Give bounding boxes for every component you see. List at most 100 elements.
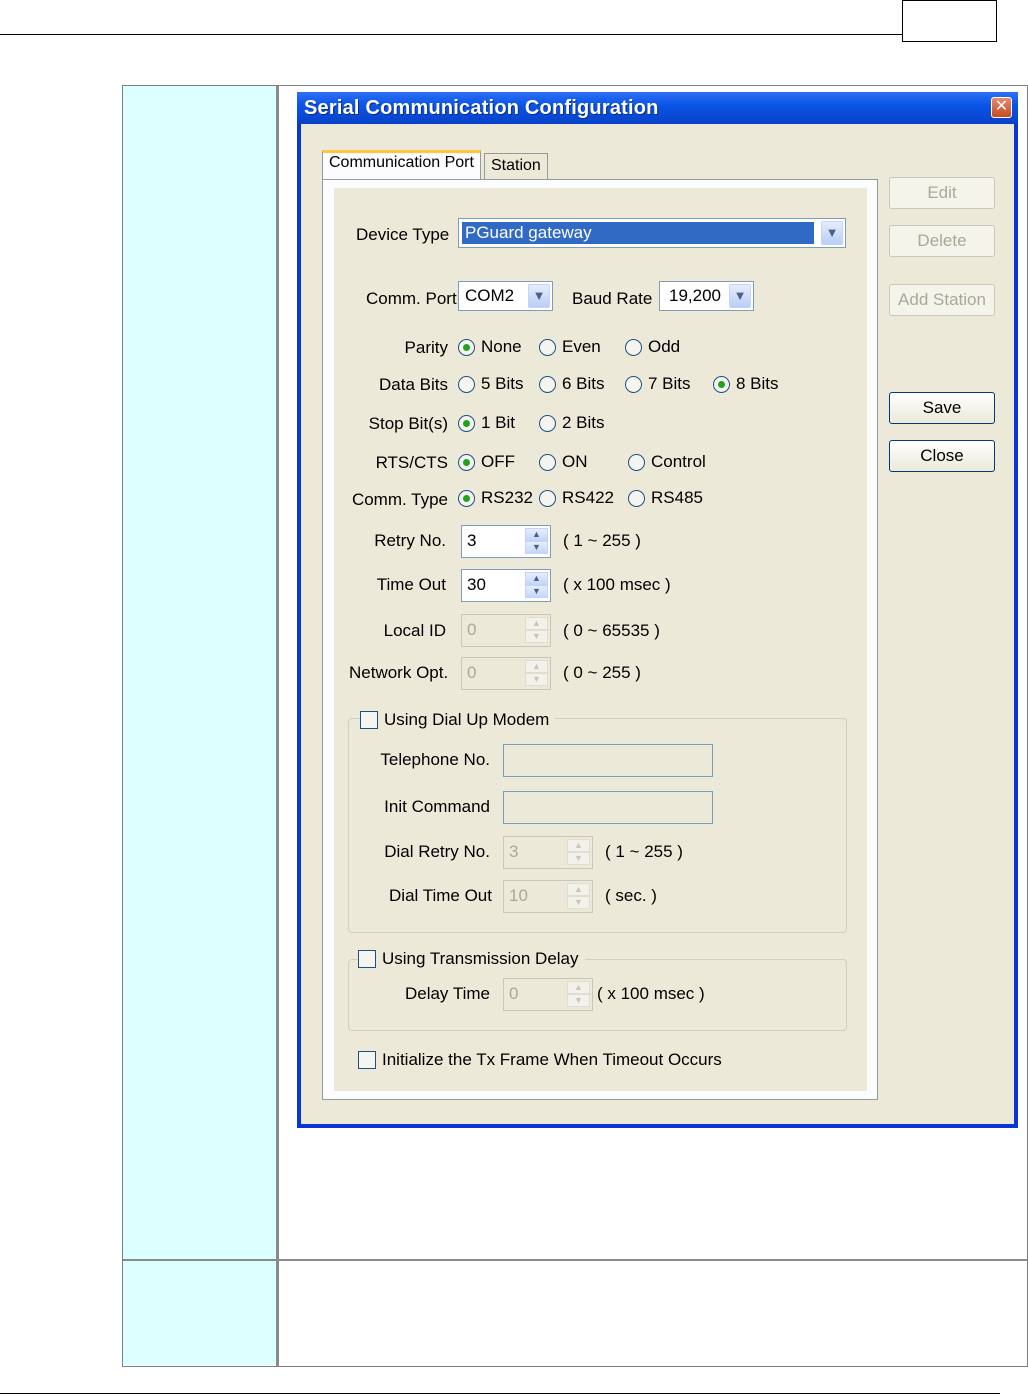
radio-icon: [628, 453, 645, 471]
radio-icon: [625, 375, 642, 393]
delete-button[interactable]: Delete: [889, 225, 995, 257]
retry-no-hint: ( 1 ~ 255 ): [563, 531, 641, 550]
radio-label: 5 Bits: [481, 374, 524, 393]
chevron-down-icon[interactable]: ▼: [821, 221, 843, 245]
baud-rate-select[interactable]: 19,200 ▼: [659, 281, 754, 311]
radio-label: 7 Bits: [648, 374, 691, 393]
spin-down-icon[interactable]: ▼: [567, 994, 590, 1007]
spin-down-icon[interactable]: ▼: [525, 673, 548, 686]
spin-down-icon[interactable]: ▼: [525, 585, 548, 598]
parity-none-radio[interactable]: None: [458, 337, 522, 357]
parity-odd-radio[interactable]: Odd: [625, 337, 680, 357]
baud-rate-label: Baud Rate: [572, 289, 653, 308]
time-out-spinner[interactable]: 30 ▲ ▼: [461, 569, 551, 602]
comm-type-rs485-radio[interactable]: RS485: [628, 488, 703, 508]
spin-up-icon[interactable]: ▲: [525, 660, 548, 673]
retry-no-spinner[interactable]: 3 ▲ ▼: [461, 525, 551, 558]
tab-station[interactable]: Station: [484, 153, 548, 179]
dialog-client: Communication Port Station Edit Delete A…: [301, 124, 1014, 1124]
add-station-button[interactable]: Add Station: [889, 284, 995, 316]
radio-selected-icon: [458, 338, 475, 356]
checkbox-label: Using Transmission Delay: [382, 949, 579, 968]
dialog-titlebar[interactable]: Serial Communication Configuration ✕: [297, 92, 1018, 124]
save-button[interactable]: Save: [889, 392, 995, 424]
network-opt-label: Network Opt.: [349, 663, 449, 682]
checkbox-label: Using Dial Up Modem: [384, 710, 550, 729]
radio-label: ON: [562, 452, 588, 471]
dial-timeout-label: Dial Time Out: [389, 886, 492, 905]
network-opt-spinner[interactable]: 0 ▲ ▼: [461, 657, 551, 690]
comm-port-value: COM2: [465, 286, 515, 305]
baud-rate-value: 19,200: [669, 286, 721, 305]
table-divider: [276, 86, 279, 1366]
comm-type-rs422-radio[interactable]: RS422: [539, 488, 614, 508]
transmission-delay-checkbox[interactable]: Using Transmission Delay: [358, 949, 585, 969]
tab-communication-port[interactable]: Communication Port: [322, 150, 481, 179]
spin-up-icon[interactable]: ▲: [525, 528, 548, 541]
spin-up-icon[interactable]: ▲: [525, 617, 548, 630]
radio-selected-icon: [458, 489, 475, 507]
radio-label: RS485: [651, 488, 703, 507]
spin-up-icon[interactable]: ▲: [525, 572, 548, 585]
rts-control-radio[interactable]: Control: [628, 452, 706, 472]
comm-type-rs232-radio[interactable]: RS232: [458, 488, 533, 508]
comm-port-select[interactable]: COM2 ▼: [458, 281, 553, 311]
telephone-input[interactable]: [503, 744, 713, 777]
delay-time-spinner[interactable]: 0 ▲ ▼: [503, 978, 593, 1011]
radio-label: Even: [562, 337, 601, 356]
radio-label: 8 Bits: [736, 374, 779, 393]
stop-bits-2-radio[interactable]: 2 Bits: [539, 413, 605, 433]
radio-icon: [539, 489, 556, 507]
spin-down-icon[interactable]: ▼: [567, 852, 590, 865]
radio-label: 2 Bits: [562, 413, 605, 432]
dial-retry-spinner[interactable]: 3 ▲ ▼: [503, 836, 593, 869]
device-type-select[interactable]: PGuard gateway ▼: [458, 218, 846, 248]
data-bits-5-radio[interactable]: 5 Bits: [458, 374, 524, 394]
comm-type-label: Comm. Type: [351, 490, 448, 509]
spin-up-icon[interactable]: ▲: [567, 883, 590, 896]
retry-no-label: Retry No.: [374, 531, 446, 550]
radio-label: 6 Bits: [562, 374, 605, 393]
table-cell-left: [123, 86, 276, 1259]
init-command-label: Init Command: [384, 797, 490, 816]
delay-time-label: Delay Time: [404, 984, 490, 1003]
rts-on-radio[interactable]: ON: [539, 452, 588, 472]
init-tx-frame-checkbox[interactable]: Initialize the Tx Frame When Timeout Occ…: [358, 1050, 728, 1070]
local-id-value: 0: [467, 620, 477, 639]
init-command-input[interactable]: [503, 791, 713, 824]
chevron-down-icon[interactable]: ▼: [528, 284, 550, 308]
time-out-label: Time Out: [376, 575, 446, 594]
spin-up-icon[interactable]: ▲: [567, 981, 590, 994]
dial-retry-label: Dial Retry No.: [384, 842, 490, 861]
data-bits-7-radio[interactable]: 7 Bits: [625, 374, 691, 394]
retry-no-value: 3: [467, 531, 477, 550]
comm-port-label: Comm. Port: [366, 289, 457, 308]
rts-off-radio[interactable]: OFF: [458, 452, 515, 472]
dial-timeout-hint: ( sec. ): [605, 886, 657, 905]
device-type-label: Device Type: [356, 225, 450, 244]
dial-timeout-spinner[interactable]: 10 ▲ ▼: [503, 880, 593, 913]
spin-down-icon[interactable]: ▼: [525, 541, 548, 554]
spin-down-icon[interactable]: ▼: [525, 630, 548, 643]
radio-selected-icon: [458, 414, 475, 432]
parity-even-radio[interactable]: Even: [539, 337, 601, 357]
rts-cts-label: RTS/CTS: [375, 453, 448, 472]
data-bits-label: Data Bits: [379, 375, 448, 394]
checkbox-icon: [360, 711, 378, 729]
radio-icon: [458, 375, 475, 393]
data-bits-8-radio[interactable]: 8 Bits: [713, 374, 779, 394]
footer-rule: [0, 1393, 1000, 1394]
dial-up-modem-checkbox[interactable]: Using Dial Up Modem: [360, 710, 556, 730]
spin-up-icon[interactable]: ▲: [567, 839, 590, 852]
radio-icon: [539, 414, 556, 432]
spin-down-icon[interactable]: ▼: [567, 896, 590, 909]
edit-button[interactable]: Edit: [889, 177, 995, 209]
time-out-hint: ( x 100 msec ): [563, 575, 671, 594]
radio-icon: [539, 375, 556, 393]
close-icon[interactable]: ✕: [991, 97, 1012, 118]
stop-bits-1-radio[interactable]: 1 Bit: [458, 413, 515, 433]
data-bits-6-radio[interactable]: 6 Bits: [539, 374, 605, 394]
chevron-down-icon[interactable]: ▼: [729, 284, 751, 308]
local-id-spinner[interactable]: 0 ▲ ▼: [461, 614, 551, 647]
close-button[interactable]: Close: [889, 440, 995, 472]
